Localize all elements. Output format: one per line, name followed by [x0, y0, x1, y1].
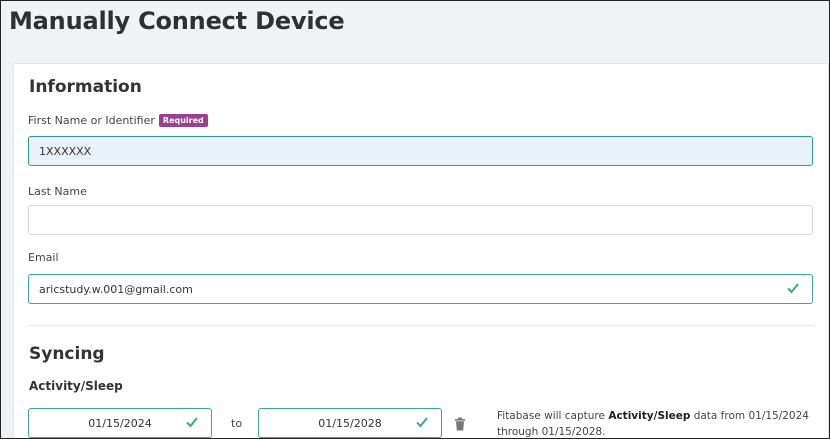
- start-date-valid-check-icon: [186, 417, 198, 428]
- sync-note-prefix: Fitabase will capture: [497, 410, 609, 422]
- first-name-label: First Name or Identifier Required: [28, 114, 208, 127]
- app-frame: Manually Connect Device Information Firs…: [0, 0, 830, 439]
- page-title: Manually Connect Device: [9, 7, 345, 35]
- activity-sleep-title: Activity/Sleep: [29, 379, 123, 393]
- email-input[interactable]: aricstudy.w.001@gmail.com: [28, 274, 813, 304]
- syncing-section-title: Syncing: [29, 344, 105, 364]
- sync-note-bold: Activity/Sleep: [608, 410, 691, 422]
- information-section-title: Information: [29, 77, 142, 97]
- end-date-value: 01/15/2028: [318, 416, 382, 430]
- sync-note: Fitabase will capture Activity/Sleep dat…: [497, 408, 817, 438]
- to-label: to: [231, 417, 243, 430]
- email-label: Email: [28, 251, 59, 264]
- email-value: aricstudy.w.001@gmail.com: [39, 282, 193, 296]
- first-name-input[interactable]: 1XXXXXX: [28, 136, 813, 166]
- end-date-input[interactable]: 01/15/2028: [258, 408, 442, 438]
- last-name-label: Last Name: [28, 185, 87, 198]
- first-name-label-text: First Name or Identifier: [28, 114, 155, 127]
- email-valid-check-icon: [787, 283, 799, 294]
- start-date-value: 01/15/2024: [88, 416, 152, 430]
- first-name-value: 1XXXXXX: [39, 144, 92, 158]
- start-date-input[interactable]: 01/15/2024: [28, 408, 212, 438]
- section-divider: [28, 325, 813, 326]
- last-name-input[interactable]: [28, 205, 813, 235]
- required-badge: Required: [158, 114, 208, 127]
- end-date-valid-check-icon: [416, 417, 428, 428]
- trash-icon[interactable]: [454, 417, 466, 431]
